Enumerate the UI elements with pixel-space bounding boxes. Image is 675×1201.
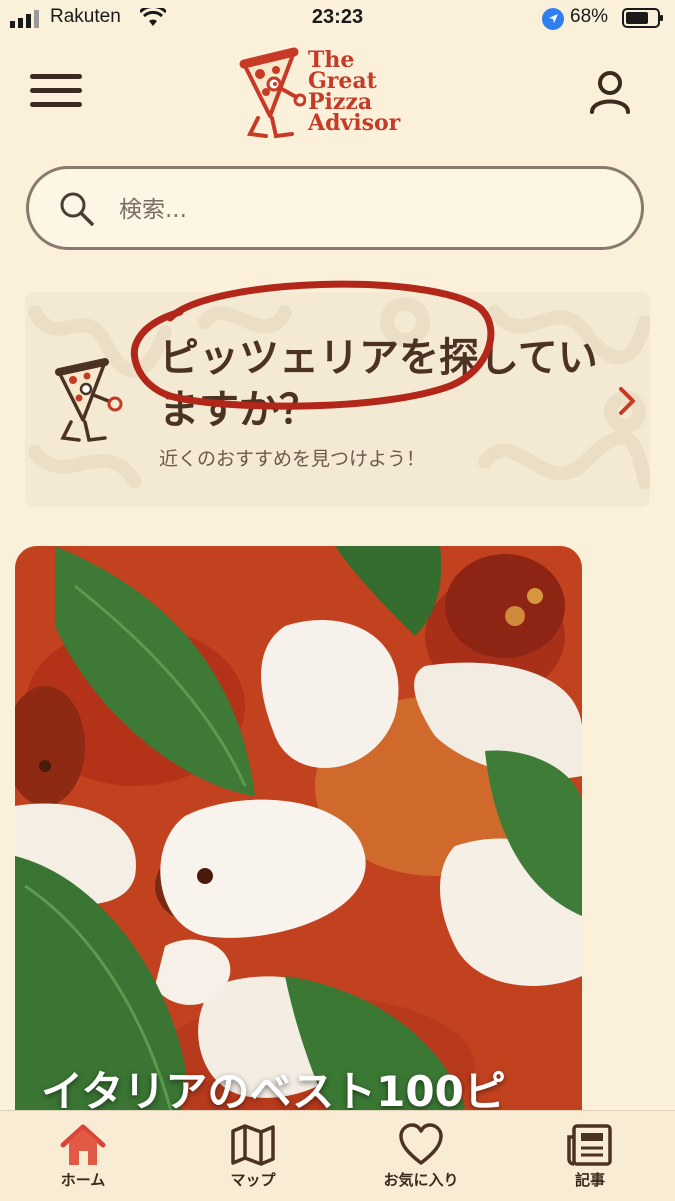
search-icon [60, 192, 94, 226]
search-bar[interactable] [26, 166, 644, 250]
pizza-mascot-icon [239, 47, 306, 139]
nav-home[interactable]: ホーム [40, 1111, 126, 1201]
nav-favorites[interactable]: お気に入り [366, 1111, 476, 1201]
logo-line-4: Advisor [308, 110, 401, 136]
map-icon [231, 1124, 275, 1166]
brand-logo[interactable]: The Great Pizza Advisor [236, 46, 436, 142]
location-icon [542, 8, 564, 30]
nav-home-label: ホーム [60, 1171, 106, 1189]
battery-icon [622, 8, 663, 28]
search-input[interactable] [117, 187, 601, 233]
pizza-mascot-icon [55, 358, 123, 442]
heart-icon [399, 1123, 443, 1165]
banner-title: ピッツェリアを探していますか？ [159, 335, 598, 433]
user-icon[interactable] [588, 68, 632, 116]
newspaper-icon [567, 1124, 612, 1166]
featured-article-card[interactable]: イタリアのベスト100ピ [15, 546, 582, 1146]
bottom-nav: ホーム マップ お気に入り 記事 [0, 1110, 675, 1201]
banner-subtitle: 近くのおすすめを見つけよう！ [159, 448, 426, 470]
home-icon [60, 1124, 106, 1165]
find-pizzeria-banner[interactable]: ピッツェリアを探していますか？ 近くのおすすめを見つけよう！ [25, 292, 650, 507]
battery-percent: 68% [570, 6, 609, 27]
nav-articles-label: 記事 [574, 1171, 605, 1189]
pizza-photo [15, 546, 582, 1146]
nav-map[interactable]: マップ [210, 1111, 296, 1201]
app-header: The Great Pizza Advisor [0, 38, 675, 150]
nav-map-label: マップ [230, 1171, 276, 1189]
nav-favorites-label: お気に入り [383, 1171, 459, 1189]
hamburger-menu-icon[interactable] [30, 74, 82, 114]
chevron-right-icon[interactable] [617, 386, 637, 416]
nav-articles[interactable]: 記事 [550, 1111, 630, 1201]
status-bar: Rakuten 23:23 68% [0, 0, 675, 38]
logo-wordmark: The Great Pizza Advisor [308, 49, 401, 136]
